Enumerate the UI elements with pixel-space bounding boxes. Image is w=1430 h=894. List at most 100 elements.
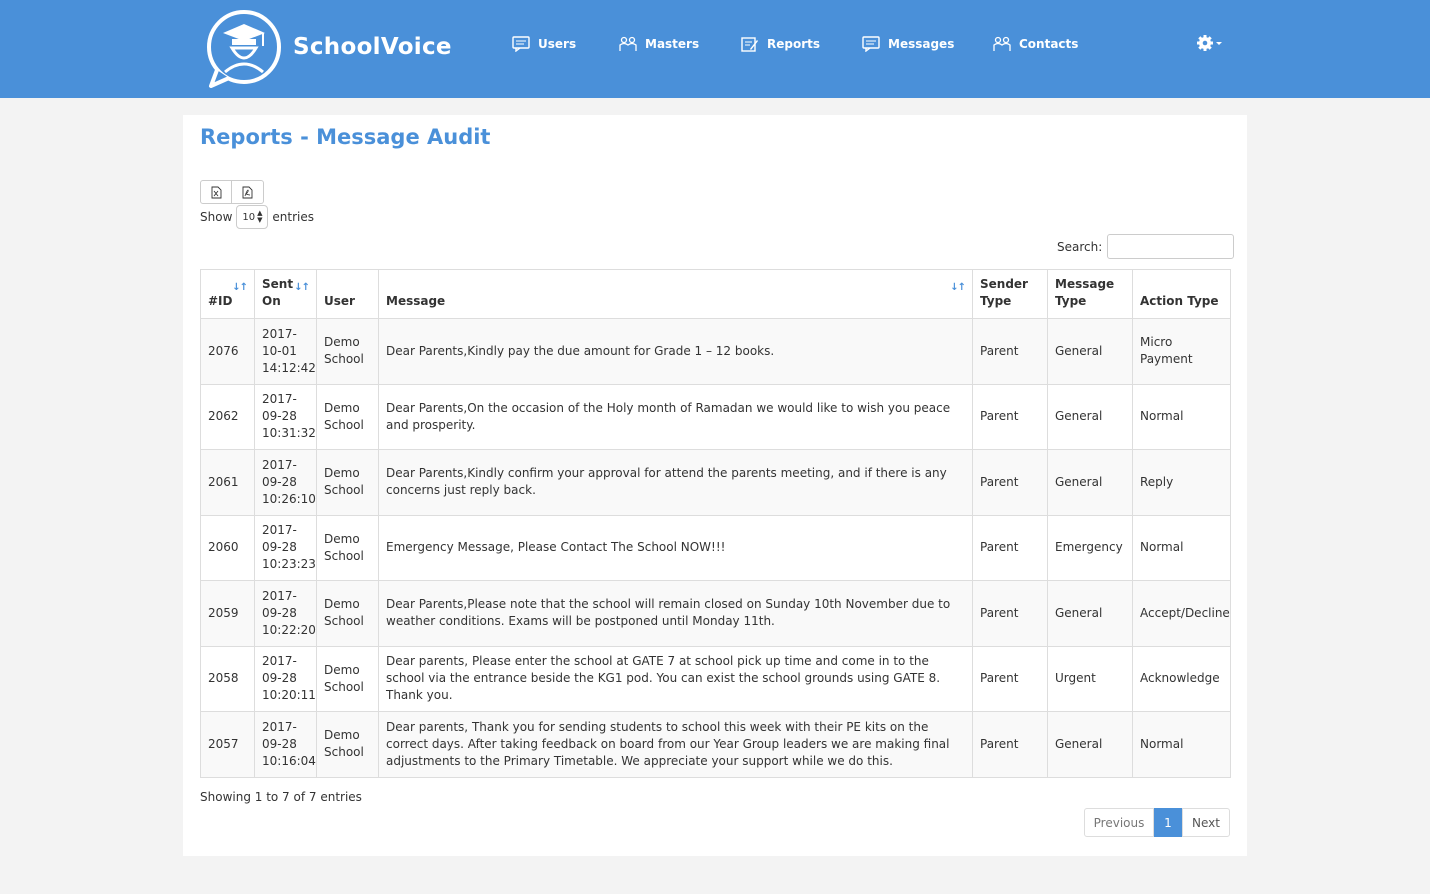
table-row: 2059 2017-09-28 10:22:20 Demo School Dea… (200, 580, 1231, 647)
column-header-message[interactable]: ↓↑ Message (378, 269, 973, 319)
cell-message-type: Urgent (1047, 645, 1133, 712)
cell-id: 2058 (200, 645, 255, 712)
cell-user: Demo School (316, 318, 379, 385)
chat-icon (512, 36, 530, 52)
cell-sent-on: 2017-09-28 10:23:23 (254, 514, 317, 581)
nav-messages[interactable]: Messages (862, 34, 954, 54)
select-arrows-icon: ▲ ▼ (257, 209, 263, 224)
cell-message-type: General (1047, 449, 1133, 516)
export-pdf-button[interactable] (232, 180, 264, 204)
table-header-row: ↓↑ #ID ↓↑ Sent On User ↓↑ Message Sender Ty… (200, 269, 1231, 319)
nav-masters-label: Masters (645, 37, 700, 51)
report-panel: Reports - Message Audit Show 10 ▲ ▼ entrie… (183, 115, 1247, 856)
cell-user: Demo School (316, 580, 379, 647)
pagination: Previous 1 Next (1084, 808, 1230, 837)
entries-label: entries (272, 210, 314, 224)
people-icon (619, 36, 637, 51)
table-row: 2060 2017-09-28 10:23:23 Demo School Eme… (200, 514, 1231, 581)
cell-id: 2061 (200, 449, 255, 516)
cell-sent-on: 2017-09-28 10:31:32 (254, 383, 317, 450)
nav-users[interactable]: Users (512, 34, 576, 54)
column-header-id[interactable]: ↓↑ #ID (200, 269, 255, 319)
cell-sent-on: 2017-09-28 10:20:11 (254, 645, 317, 712)
chat-icon (862, 36, 880, 52)
page-1-button[interactable]: 1 (1154, 808, 1182, 837)
cell-message-type: General (1047, 383, 1133, 450)
column-header-sender-type: Sender Type (972, 269, 1048, 319)
cell-sender-type: Parent (972, 318, 1048, 385)
page-length-control: Show 10 ▲ ▼ entries (200, 205, 314, 229)
report-icon (741, 37, 758, 52)
show-label: Show (200, 210, 233, 224)
column-header-action-type: Action Type (1132, 269, 1231, 319)
cell-action-type: Normal (1132, 514, 1231, 581)
table-row: 2057 2017-09-28 10:16:04 Demo School Dea… (200, 711, 1231, 778)
page-title: Reports - Message Audit (200, 125, 491, 149)
nav-messages-label: Messages (888, 37, 955, 51)
cell-message: Dear parents, Thank you for sending stud… (378, 711, 973, 778)
cell-message-type: Emergency (1047, 514, 1133, 581)
nav-contacts-label: Contacts (1019, 37, 1079, 51)
cell-user: Demo School (316, 449, 379, 516)
export-buttons (200, 180, 264, 204)
cell-user: Demo School (316, 711, 379, 778)
export-excel-button[interactable] (200, 180, 232, 204)
cell-message-type: General (1047, 580, 1133, 647)
sort-icon: ↓↑ (232, 282, 248, 293)
excel-icon (211, 186, 221, 198)
cell-message: Dear Parents,Kindly confirm your approva… (378, 449, 973, 516)
cell-message: Dear Parents,Please note that the school… (378, 580, 973, 647)
cell-sent-on: 2017-09-28 10:16:04 (254, 711, 317, 778)
previous-page-button[interactable]: Previous (1084, 808, 1154, 837)
table-row: 2058 2017-09-28 10:20:11 Demo School Dea… (200, 645, 1231, 712)
nav-contacts[interactable]: Contacts (993, 34, 1078, 54)
cell-sender-type: Parent (972, 645, 1048, 712)
cell-message: Dear Parents,Kindly pay the due amount f… (378, 318, 973, 385)
cell-message: Dear Parents,On the occasion of the Holy… (378, 383, 973, 450)
column-header-message-type: Message Type (1047, 269, 1133, 319)
cell-sent-on: 2017-10-01 14:12:42 (254, 318, 317, 385)
cell-action-type: Acknowledge (1132, 645, 1231, 712)
cell-id: 2062 (200, 383, 255, 450)
sort-icon: ↓↑ (294, 282, 310, 293)
cell-action-type: Normal (1132, 383, 1231, 450)
top-navbar: SchoolVoice Users Masters Reports Messag… (0, 0, 1430, 98)
cell-sent-on: 2017-09-28 10:26:10 (254, 449, 317, 516)
cell-sender-type: Parent (972, 580, 1048, 647)
people-icon (993, 36, 1011, 51)
cell-sender-type: Parent (972, 514, 1048, 581)
search-input[interactable] (1107, 234, 1235, 259)
page-length-value: 10 (242, 211, 256, 223)
search-label: Search: (1057, 239, 1103, 254)
column-header-user: User (316, 269, 379, 319)
table-info: Showing 1 to 7 of 7 entries (200, 790, 362, 804)
table-row: 2062 2017-09-28 10:31:32 Demo School Dea… (200, 383, 1231, 450)
cell-action-type: Accept/Decline (1132, 580, 1231, 647)
cell-sent-on: 2017-09-28 10:22:20 (254, 580, 317, 647)
brand-name[interactable]: SchoolVoice (293, 34, 452, 60)
column-header-sent-on[interactable]: ↓↑ Sent On (254, 269, 317, 319)
cell-sender-type: Parent (972, 711, 1048, 778)
cell-action-type: Reply (1132, 449, 1231, 516)
cell-user: Demo School (316, 383, 379, 450)
gear-icon[interactable] (1196, 34, 1224, 52)
sort-icon: ↓↑ (950, 282, 966, 293)
cell-sender-type: Parent (972, 449, 1048, 516)
next-page-button[interactable]: Next (1182, 808, 1230, 837)
cell-message-type: General (1047, 318, 1133, 385)
cell-message-type: General (1047, 711, 1133, 778)
cell-id: 2060 (200, 514, 255, 581)
table-search: Search: (1057, 234, 1235, 259)
cell-action-type: Normal (1132, 711, 1231, 778)
schoolvoice-logo-icon[interactable] (203, 8, 285, 90)
nav-reports[interactable]: Reports (741, 34, 820, 54)
message-audit-table: ↓↑ #ID ↓↑ Sent On User ↓↑ Message Sender Ty… (200, 269, 1231, 778)
nav-reports-label: Reports (767, 37, 821, 51)
cell-message: Emergency Message, Please Contact The Sc… (378, 514, 973, 581)
nav-masters[interactable]: Masters (619, 34, 699, 54)
table-row: 2076 2017-10-01 14:12:42 Demo School Dea… (200, 318, 1231, 385)
cell-sender-type: Parent (972, 383, 1048, 450)
page-length-select[interactable]: 10 ▲ ▼ (236, 205, 269, 229)
cell-id: 2057 (200, 711, 255, 778)
cell-id: 2059 (200, 580, 255, 647)
